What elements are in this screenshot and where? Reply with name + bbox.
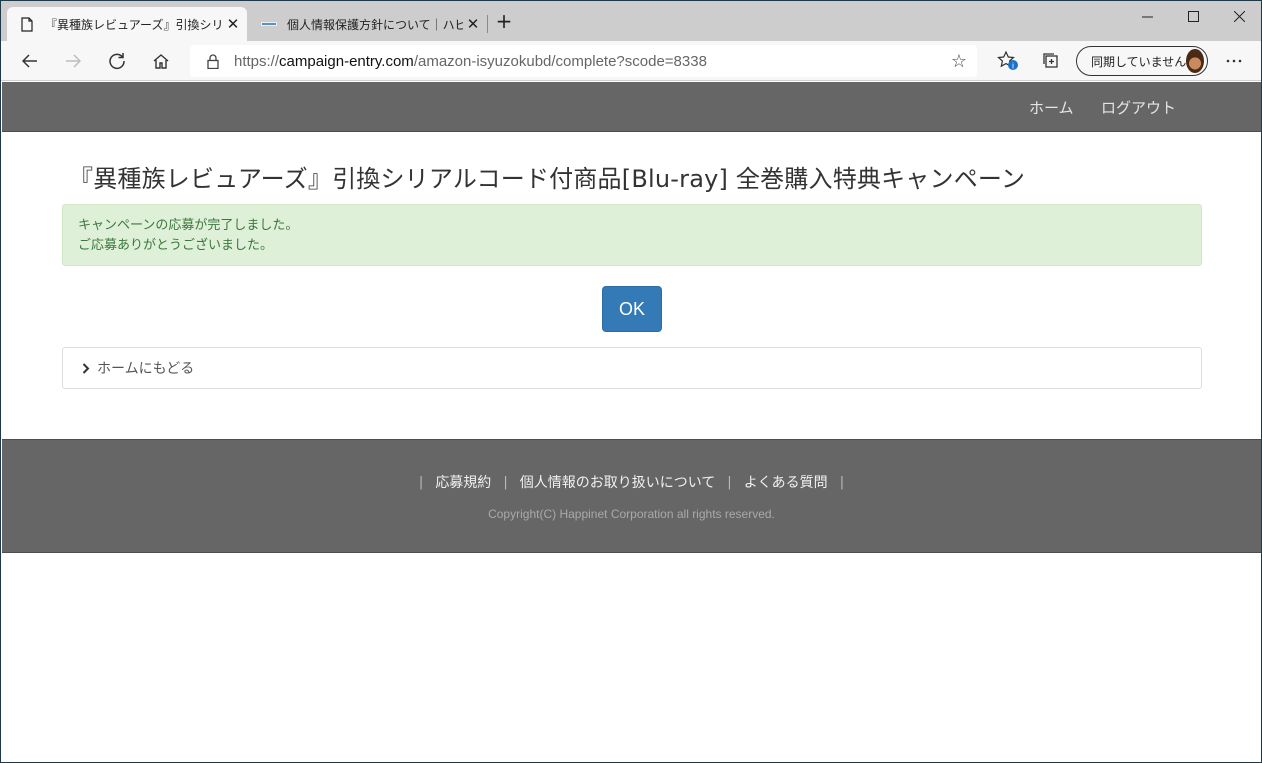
favorites-button[interactable]: i xyxy=(993,47,1023,75)
site-navbar: ホーム ログアウト xyxy=(2,82,1261,132)
footer-separator: | xyxy=(839,474,845,490)
svg-text:i: i xyxy=(1012,62,1014,71)
url-text[interactable]: https://campaign-entry.com/amazon-isyuzo… xyxy=(234,53,707,70)
collections-button[interactable] xyxy=(1036,47,1066,75)
ellipsis-icon xyxy=(1226,59,1242,63)
footer-link-terms[interactable]: 応募規約 xyxy=(435,472,491,492)
profile-label: 同期していません xyxy=(1091,54,1187,69)
footer-separator: | xyxy=(503,474,508,490)
profile-sync-button[interactable]: 同期していません xyxy=(1076,46,1208,76)
tab-divider xyxy=(487,15,488,33)
back-button[interactable] xyxy=(15,47,45,75)
nav-home-link[interactable]: ホーム xyxy=(1029,97,1074,118)
close-tab-icon[interactable]: ✕ xyxy=(463,15,483,33)
home-return-link[interactable]: ホームにもどる xyxy=(97,358,194,378)
page-icon xyxy=(19,16,35,32)
home-button[interactable] xyxy=(146,47,176,75)
footer-link-faq[interactable]: よくある質問 xyxy=(744,472,828,492)
lock-icon[interactable] xyxy=(204,53,222,69)
alert-line-1: キャンペーンの応募が完了しました。 xyxy=(78,218,299,233)
more-menu-button[interactable] xyxy=(1219,47,1249,75)
footer-separator: | xyxy=(727,474,732,490)
footer-links: | 応募規約 | 個人情報のお取り扱いについて | よくある質問 | xyxy=(2,472,1261,492)
minimize-icon xyxy=(1141,16,1153,17)
chevron-right-icon xyxy=(79,361,93,375)
browser-toolbar: https://campaign-entry.com/amazon-isyuzo… xyxy=(1,41,1261,81)
close-icon xyxy=(1233,10,1245,22)
alert-line-2: ご応募ありがとうございました。 xyxy=(78,238,274,253)
ok-button[interactable]: OK xyxy=(602,286,662,332)
address-bar[interactable]: https://campaign-entry.com/amazon-isyuzo… xyxy=(190,45,977,77)
tab-strip: 『異種族レビュアーズ』引換シリアルコード付商品 ✕ 個人情報保護方針について｜ハ… xyxy=(1,1,1261,41)
url-host: campaign-entry.com xyxy=(279,52,414,70)
home-return-panel[interactable]: ホームにもどる xyxy=(62,347,1202,389)
maximize-icon xyxy=(1187,10,1199,22)
minimize-button[interactable] xyxy=(1124,1,1170,31)
maximize-button[interactable] xyxy=(1170,1,1216,31)
tab-title: 個人情報保護方針について｜ハピネット xyxy=(287,17,463,32)
url-scheme: https:// xyxy=(234,52,280,70)
tab-title: 『異種族レビュアーズ』引換シリアルコード付商品 xyxy=(45,17,223,32)
refresh-button[interactable] xyxy=(102,47,132,75)
close-tab-icon[interactable]: ✕ xyxy=(223,15,243,33)
arrow-left-icon xyxy=(22,54,37,68)
arrow-right-icon xyxy=(66,54,81,68)
nav-logout-link[interactable]: ログアウト xyxy=(1101,97,1176,118)
browser-window: 『異種族レビュアーズ』引換シリアルコード付商品 ✕ 個人情報保護方針について｜ハ… xyxy=(0,0,1262,763)
footer-separator: | xyxy=(418,474,424,490)
tab-privacy[interactable]: 個人情報保護方針について｜ハピネット ✕ xyxy=(249,7,487,41)
add-favorite-star-icon[interactable]: ☆ xyxy=(951,51,967,72)
copyright-text: Copyright(C) Happinet Corporation all ri… xyxy=(488,507,775,521)
close-window-button[interactable] xyxy=(1216,1,1261,31)
success-alert: キャンペーンの応募が完了しました。 ご応募ありがとうございました。 xyxy=(62,204,1202,266)
home-icon xyxy=(153,54,169,69)
refresh-icon xyxy=(109,53,125,70)
avatar xyxy=(1186,49,1204,73)
page-title: 『異種族レビュアーズ』引換シリアルコード付商品[Blu-ray] 全巻購入特典キ… xyxy=(69,165,1026,193)
site-favicon-icon xyxy=(261,16,277,32)
tab-campaign[interactable]: 『異種族レビュアーズ』引換シリアルコード付商品 ✕ xyxy=(7,7,247,41)
site-footer: | 応募規約 | 個人情報のお取り扱いについて | よくある質問 | Copyr… xyxy=(2,439,1261,553)
footer-link-privacy[interactable]: 個人情報のお取り扱いについて xyxy=(520,472,716,492)
url-path: /amazon-isyuzokubd/complete?scode=8338 xyxy=(413,52,707,70)
forward-button[interactable] xyxy=(58,47,88,75)
new-tab-button[interactable]: + xyxy=(493,11,515,33)
collections-icon xyxy=(1043,53,1058,68)
favorites-star-icon: i xyxy=(997,51,1018,71)
